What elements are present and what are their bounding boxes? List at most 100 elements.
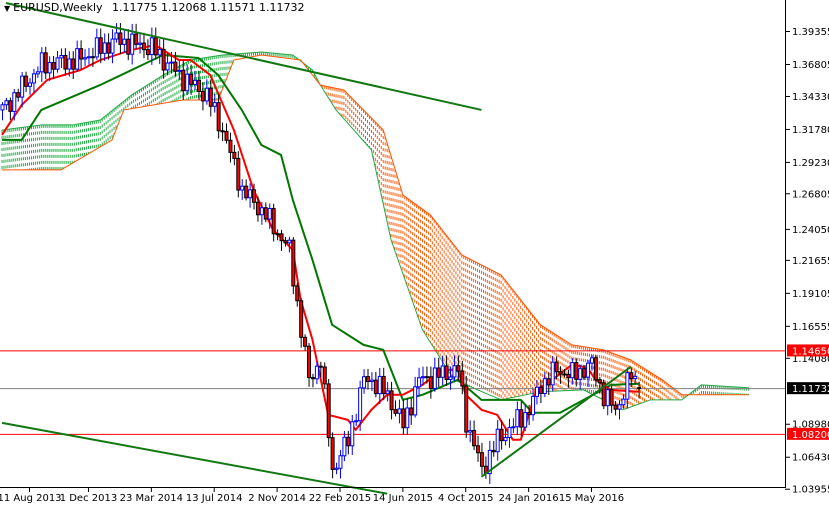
bullish-candle-body	[130, 33, 135, 55]
candle	[295, 283, 300, 307]
candle	[362, 369, 367, 394]
bearish-candle-body	[330, 437, 335, 470]
candle	[130, 23, 135, 65]
bullish-candle-body	[503, 436, 508, 442]
candle	[342, 431, 347, 462]
bullish-candle-body	[240, 185, 245, 191]
candle	[24, 71, 29, 92]
price-axis: 1.39355 1.36805 1.34330 1.31780 1.29230 1.268…	[785, 27, 829, 496]
bearish-candle-body	[189, 73, 194, 85]
bullish-candle-body	[452, 365, 457, 378]
bullish-candle-body	[114, 32, 119, 40]
bullish-candle-body	[542, 378, 547, 394]
candle	[570, 358, 575, 385]
candle	[236, 151, 241, 198]
bearish-candle-body	[8, 100, 13, 112]
candle	[511, 418, 516, 434]
candle	[126, 29, 131, 61]
price-tick-label: 1.34330	[792, 92, 829, 103]
candle	[83, 49, 88, 67]
bullish-candle-body	[138, 42, 143, 45]
candle	[393, 400, 398, 417]
candles	[0, 23, 642, 484]
bullish-candle-body	[507, 427, 512, 438]
bullish-candle-body	[397, 408, 402, 414]
bullish-candle-body	[515, 409, 520, 428]
bullish-candle-body	[334, 467, 339, 470]
bearish-candle-body	[43, 52, 48, 74]
candle	[145, 39, 150, 61]
candle	[134, 23, 139, 49]
candle	[28, 78, 33, 95]
candle	[401, 399, 406, 435]
bullish-candle-body	[267, 207, 272, 220]
bearish-candle-body	[208, 87, 213, 107]
bearish-candle-body	[527, 412, 532, 416]
bullish-candle-body	[259, 207, 264, 216]
bearish-candle-body	[499, 428, 504, 442]
candle	[122, 29, 127, 53]
bullish-candle-body	[193, 79, 198, 85]
bearish-candle-body	[271, 207, 276, 235]
symbol-timeframe: EURUSD,Weekly	[13, 1, 103, 14]
candle	[106, 33, 111, 60]
candle	[389, 381, 394, 420]
bearish-candle-body	[637, 387, 642, 390]
candle	[35, 66, 40, 78]
dropdown-arrow-icon[interactable]: ▼	[4, 4, 10, 13]
bearish-candle-body	[318, 365, 323, 368]
candle	[365, 368, 370, 390]
bearish-candle-body	[303, 336, 308, 347]
bearish-candle-body	[126, 38, 131, 55]
price-tick-label: 1.39355	[792, 27, 829, 38]
bullish-candle-body	[212, 102, 217, 107]
bearish-candle-body	[98, 37, 103, 54]
candle	[75, 40, 80, 72]
candle	[8, 97, 13, 121]
candle	[200, 82, 205, 111]
candle	[153, 27, 158, 60]
bearish-candle-body	[479, 452, 484, 467]
bearish-candle-body	[106, 42, 111, 54]
price-tick-label: 1.03955	[792, 485, 829, 496]
bearish-candle-body	[538, 386, 543, 394]
bullish-candle-body	[432, 367, 437, 389]
bearish-candle-body	[63, 55, 68, 70]
bearish-candle-body	[491, 449, 496, 453]
candle	[538, 380, 543, 404]
bearish-candle-body	[118, 32, 123, 45]
bearish-candle-body	[456, 365, 461, 372]
candle	[220, 122, 225, 142]
candle	[291, 237, 296, 295]
candle	[491, 440, 496, 457]
time-tick-label: 14 Jun 2015	[373, 493, 433, 504]
time-tick-label: 23 Mar 2014	[120, 493, 183, 504]
candle	[326, 378, 331, 447]
time-tick-label: 1 Dec 2013	[60, 493, 118, 504]
candle	[63, 48, 68, 76]
bullish-candle-body	[421, 376, 426, 379]
bullish-candle-body	[586, 362, 591, 378]
bearish-candle-body	[566, 373, 571, 379]
bearish-candle-body	[428, 376, 433, 389]
ohlc-low: 1.11571	[210, 1, 256, 14]
time-tick-label: 24 Jan 2016	[499, 493, 559, 504]
bearish-candle-body	[24, 75, 29, 87]
ohlc-open: 1.11775	[112, 1, 158, 14]
bullish-candle-body	[385, 390, 390, 395]
candle	[177, 60, 182, 80]
bullish-candle-body	[338, 455, 343, 469]
candle	[495, 419, 500, 461]
bullish-candle-body	[83, 57, 88, 60]
candle	[409, 398, 414, 425]
price-tick-label: 1.21655	[792, 256, 829, 267]
price-chart[interactable]: 1.39355 1.36805 1.34330 1.31780 1.29230 1.268…	[0, 0, 829, 510]
bullish-candle-body	[531, 395, 536, 416]
candle	[609, 385, 614, 414]
bearish-candle-body	[322, 366, 327, 385]
candle	[405, 398, 410, 435]
candle	[271, 203, 276, 242]
candle	[432, 357, 437, 392]
price-tick-label: 1.31780	[792, 125, 829, 136]
bullish-candle-body	[75, 48, 80, 70]
